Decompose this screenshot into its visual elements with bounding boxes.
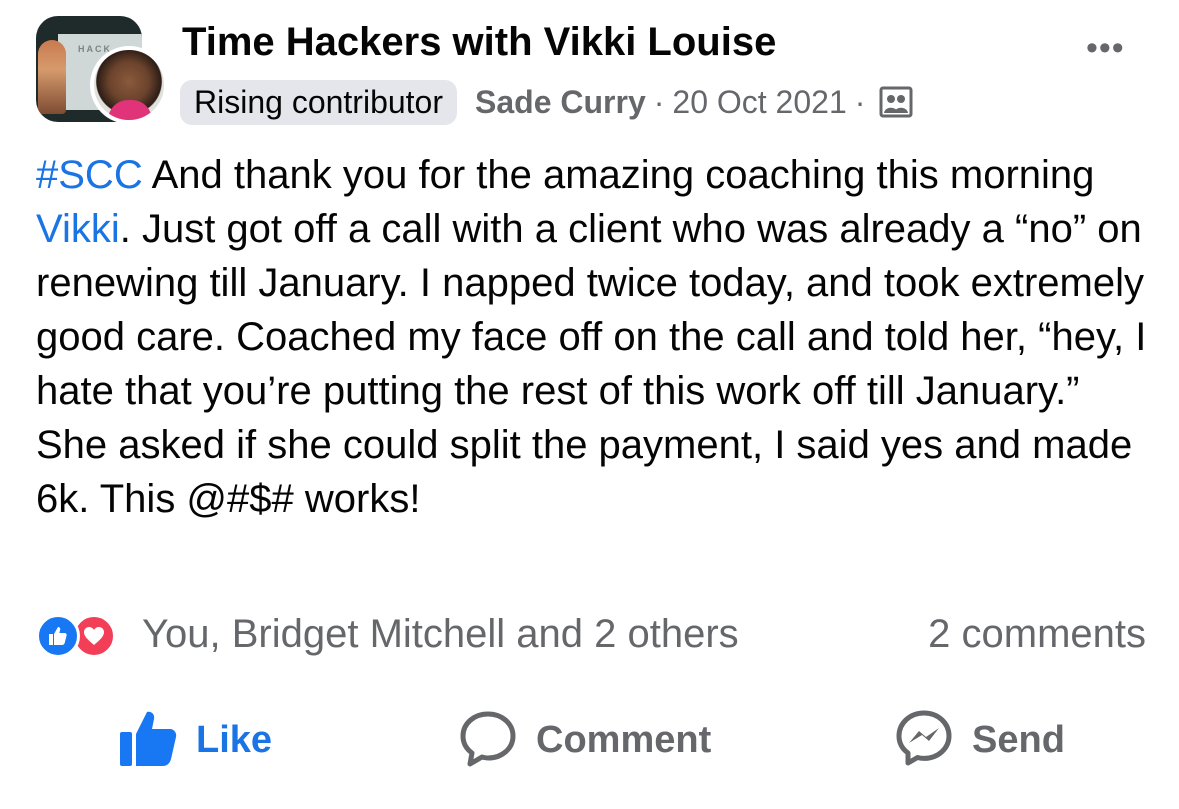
comment-button[interactable]: Comment <box>458 700 711 780</box>
group-thumbnail-person <box>38 40 66 114</box>
author-name-link[interactable]: Sade Curry <box>475 84 646 121</box>
meta-separator: · <box>653 83 665 120</box>
group-audience-icon[interactable] <box>879 85 913 119</box>
post-actions: Like Comment Send <box>0 700 1179 780</box>
send-label: Send <box>972 718 1065 761</box>
contributor-badge: Rising contributor <box>180 79 457 125</box>
like-reaction-icon <box>36 614 80 658</box>
avatar-shirt <box>108 100 152 120</box>
post-text-part: . Just got off a call with a client who … <box>36 207 1147 521</box>
post-header: HACK Time Hackers with Vikki Louise ••• … <box>0 0 1179 130</box>
post-text: #SCC And thank you for the amazing coach… <box>36 148 1156 526</box>
reactions-summary: You, Bridget Mitchell and 2 others 2 com… <box>36 606 1146 662</box>
comment-label: Comment <box>536 718 712 761</box>
post-text-part: And thank you for the amazing coaching t… <box>142 153 1095 197</box>
thumbs-up-icon <box>118 708 178 773</box>
like-button[interactable]: Like <box>118 700 272 780</box>
comment-count-link[interactable]: 2 comments <box>928 612 1146 657</box>
more-options-icon[interactable]: ••• <box>1086 31 1125 65</box>
mention-link[interactable]: Vikki <box>36 207 120 251</box>
group-name-link[interactable]: Time Hackers with Vikki Louise <box>182 20 776 65</box>
reaction-icons[interactable] <box>36 610 132 658</box>
like-label: Like <box>196 718 273 761</box>
messenger-icon <box>894 708 954 773</box>
author-avatar[interactable] <box>90 46 168 124</box>
post-date-link[interactable]: 20 Oct 2021 <box>672 84 846 121</box>
comment-bubble-icon <box>458 708 518 773</box>
send-button[interactable]: Send <box>894 700 1065 780</box>
post-meta: Rising contributor Sade Curry · 20 Oct 2… <box>180 78 913 126</box>
reactions-text-link[interactable]: You, Bridget Mitchell and 2 others <box>142 612 739 657</box>
meta-separator: · <box>854 83 866 120</box>
hashtag-link[interactable]: #SCC <box>36 153 143 197</box>
